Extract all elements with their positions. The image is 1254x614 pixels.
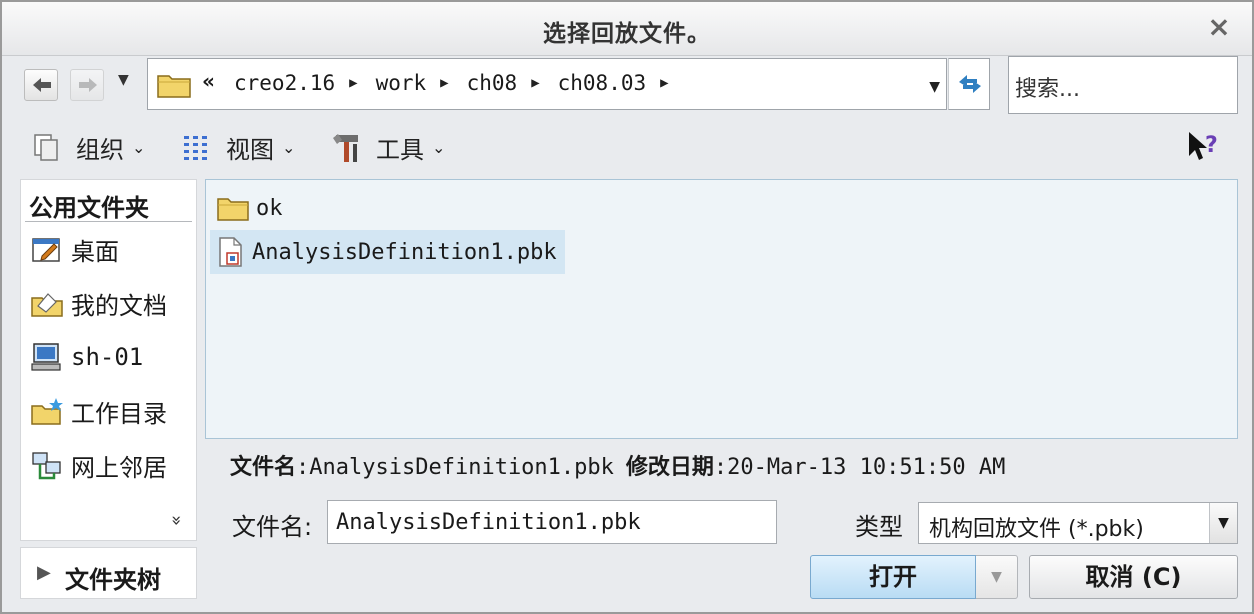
breadcrumb-overflow[interactable]: «	[202, 69, 215, 93]
breadcrumb-item[interactable]: creo2.16	[234, 71, 335, 95]
sidebar-item-label: 桌面	[71, 238, 119, 266]
close-button[interactable]: ×	[1204, 12, 1234, 42]
organize-label: 组织	[76, 136, 124, 164]
sidebar-item-working-directory[interactable]: 工作目录	[29, 394, 167, 429]
address-bar[interactable]: « creo2.16 ▶ work ▶ ch08 ▶ ch08.03 ▶ ▼	[147, 58, 947, 110]
open-options-dropdown[interactable]: ▼	[976, 555, 1018, 599]
filename-label: 文件名:	[232, 513, 313, 541]
folder-tree-label: 文件夹树	[65, 566, 161, 594]
refresh-icon	[959, 75, 981, 93]
info-filename-label: 文件名	[230, 455, 297, 480]
file-name: ok	[256, 195, 283, 221]
forward-button[interactable]	[70, 69, 104, 101]
cancel-button[interactable]: 取消 (C)	[1029, 555, 1238, 599]
desktop-icon	[29, 233, 65, 267]
list-item[interactable]: AnalysisDefinition1.pbk	[210, 230, 565, 274]
organize-icon	[34, 133, 58, 161]
common-folders-panel: 公用文件夹 桌面 我的文档 sh-01 工作目录 网上邻居 »	[20, 179, 197, 541]
back-arrow-icon	[33, 78, 51, 92]
breadcrumb-separator[interactable]: ▶	[440, 75, 448, 91]
filename-field[interactable]: AnalysisDefinition1.pbk	[327, 500, 777, 544]
back-button[interactable]	[24, 69, 58, 101]
forward-arrow-icon	[79, 78, 97, 92]
info-modified-value: :20-Mar-13 10:51:50 AM	[713, 455, 1006, 480]
context-help-button[interactable]: ?	[1186, 130, 1222, 170]
breadcrumb-separator[interactable]: ▶	[531, 75, 539, 91]
sidebar-item-my-documents[interactable]: 我的文档	[29, 286, 167, 321]
file-type-value: 机构回放文件 (*.pbk)	[929, 517, 1144, 542]
expand-arrow-icon: ▶	[37, 562, 51, 583]
file-type-label: 类型	[855, 513, 903, 541]
open-button[interactable]: 打开	[810, 555, 976, 599]
network-icon	[29, 449, 65, 483]
sidebar-item-label: 我的文档	[71, 292, 167, 320]
sidebar-item-label: 工作目录	[71, 400, 167, 428]
refresh-button[interactable]	[948, 58, 990, 110]
breadcrumb-separator[interactable]: ▶	[660, 75, 668, 91]
history-dropdown[interactable]: ▼	[118, 72, 129, 88]
view-icon	[184, 135, 207, 160]
folder-icon	[157, 75, 191, 98]
list-item[interactable]: ok	[210, 186, 291, 230]
file-info-line: 文件名 :AnalysisDefinition1.pbk 修改日期 :20-Ma…	[230, 449, 1005, 481]
view-menu[interactable]: 视图 ⌄	[182, 130, 295, 165]
breadcrumb: creo2.16 ▶ work ▶ ch08 ▶ ch08.03 ▶	[234, 71, 687, 95]
search-input[interactable]: 搜索...	[1008, 56, 1238, 114]
tools-menu[interactable]: 工具 ⌄	[330, 130, 445, 165]
sidebar-item-desktop[interactable]: 桌面	[29, 232, 119, 267]
chevron-down-icon: ⌄	[282, 138, 296, 157]
sidebar-item-network[interactable]: 网上邻居	[29, 448, 167, 483]
chevron-down-icon: ⌄	[132, 138, 146, 157]
more-items-chevron-icon[interactable]: »	[166, 510, 187, 531]
file-type-select[interactable]: 机构回放文件 (*.pbk) ▼	[918, 502, 1238, 544]
pbk-file-icon	[219, 237, 242, 267]
common-folders-title: 公用文件夹	[29, 194, 149, 222]
file-list[interactable]: ok AnalysisDefinition1.pbk	[205, 179, 1238, 439]
tools-label: 工具	[376, 136, 424, 164]
sidebar-item-computer[interactable]: sh-01	[29, 340, 143, 374]
file-name: AnalysisDefinition1.pbk	[252, 239, 557, 265]
more-symbol: »	[166, 514, 188, 527]
organize-menu[interactable]: 组织 ⌄	[32, 130, 145, 165]
folder-tree-toggle[interactable]: ▶ 文件夹树	[20, 547, 197, 599]
address-dropdown[interactable]: ▼	[929, 79, 940, 95]
tools-icon	[333, 133, 358, 162]
sidebar-item-label: 网上邻居	[71, 454, 167, 482]
breadcrumb-separator[interactable]: ▶	[349, 75, 357, 91]
breadcrumb-item[interactable]: ch08.03	[558, 71, 647, 95]
view-label: 视图	[226, 136, 274, 164]
breadcrumb-item[interactable]: ch08	[467, 71, 518, 95]
title-bar: 选择回放文件。 ×	[2, 2, 1252, 56]
dialog-title: 选择回放文件。	[543, 21, 711, 47]
divider	[25, 221, 192, 222]
svg-text:?: ?	[1205, 133, 1218, 158]
my-documents-icon	[29, 287, 65, 321]
chevron-down-icon[interactable]: ▼	[1209, 503, 1237, 543]
folder-icon	[217, 198, 249, 221]
breadcrumb-item[interactable]: work	[376, 71, 427, 95]
help-cursor-icon: ?	[1189, 132, 1218, 160]
sidebar-item-label: sh-01	[71, 343, 144, 371]
info-modified-label: 修改日期	[625, 455, 714, 480]
chevron-down-icon: ⌄	[432, 138, 446, 157]
file-open-dialog: 选择回放文件。 × ▼ « creo2.16 ▶ work ▶ ch08 ▶ c…	[0, 0, 1254, 614]
computer-icon	[29, 340, 65, 374]
working-directory-icon	[29, 395, 65, 429]
info-filename-value: :AnalysisDefinition1.pbk	[296, 455, 614, 480]
